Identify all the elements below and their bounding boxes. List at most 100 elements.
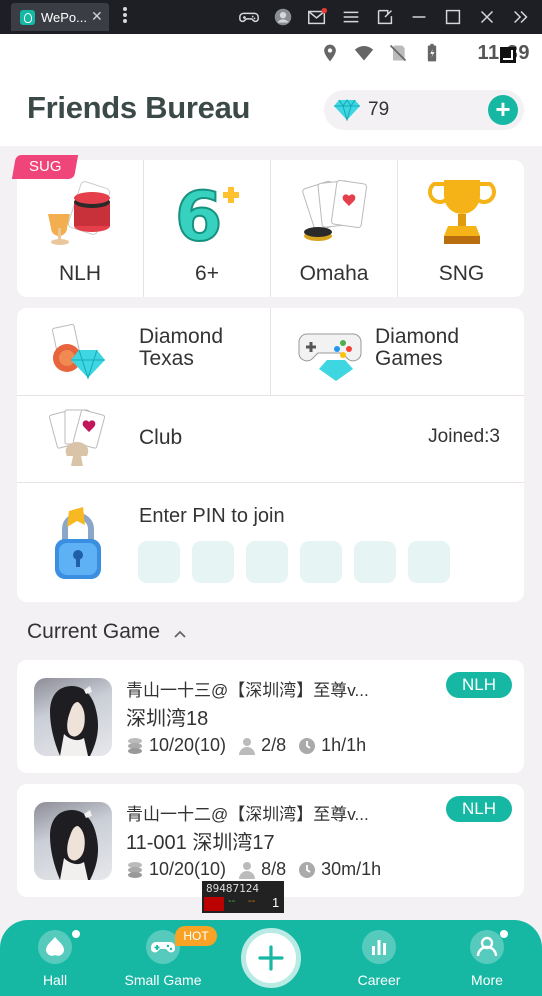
suggested-badge: SUG xyxy=(11,155,79,179)
game-type-label: SNG xyxy=(438,262,485,285)
game-players: 2/8 xyxy=(261,735,287,755)
pin-digit-box[interactable] xyxy=(300,541,342,583)
debug-indicator xyxy=(204,897,224,911)
game-owner: 青山一十三@【深圳湾】至尊v... xyxy=(126,681,369,700)
svg-text:6: 6 xyxy=(175,178,222,250)
app-header: Friends Bureau 79 + xyxy=(0,72,542,146)
pin-input[interactable] xyxy=(138,541,450,583)
person-icon xyxy=(470,930,504,964)
nav-more[interactable]: More xyxy=(437,920,537,996)
game-type-tag: NLH xyxy=(446,672,512,698)
game-owner: 青山一十二@【深圳湾】至尊v... xyxy=(126,805,369,824)
pin-join-section: Enter PIN to join xyxy=(17,483,524,602)
wifi-icon xyxy=(354,43,374,68)
pin-digit-box[interactable] xyxy=(246,541,288,583)
debug-count: 1 xyxy=(272,895,280,910)
avatar xyxy=(34,802,112,880)
add-gems-button[interactable]: + xyxy=(488,95,518,125)
debug-value: -- xyxy=(228,895,236,907)
tab-close-button[interactable]: ✕ xyxy=(91,8,103,25)
clock-icon xyxy=(298,861,316,879)
game-type-nlh[interactable]: NLH xyxy=(17,160,144,297)
game-meta: 10/20(10) 2/8 1h/1h xyxy=(126,735,366,756)
poker-chips-icon xyxy=(40,174,120,250)
close-icon[interactable] xyxy=(476,6,498,28)
club-button[interactable]: Club Joined:3 xyxy=(17,396,524,483)
browser-tab[interactable]: WePo... ✕ xyxy=(11,3,109,31)
diamond-games-icon xyxy=(297,320,363,382)
bar-chart-icon xyxy=(362,930,396,964)
diamond-texas-label: Diamond Texas xyxy=(139,325,224,370)
game-time: 1h/1h xyxy=(321,735,367,755)
diamond-icon xyxy=(334,99,360,122)
diamond-games-button[interactable]: Diamond Games xyxy=(271,308,525,396)
nav-label: Career xyxy=(357,972,401,988)
club-icon xyxy=(45,408,111,470)
person-icon xyxy=(238,861,256,879)
battery-icon xyxy=(422,43,442,68)
chevron-up-icon[interactable] xyxy=(174,627,186,639)
screen-overlay-icon xyxy=(500,47,516,63)
coins-icon xyxy=(126,861,144,879)
clock-icon xyxy=(298,737,316,755)
nav-label: Hall xyxy=(42,972,68,988)
game-type-label: NLH xyxy=(58,262,101,285)
club-label: Club xyxy=(139,426,183,449)
game-time: 30m/1h xyxy=(321,859,382,879)
no-sim-icon xyxy=(388,43,408,68)
menu-icon[interactable] xyxy=(340,6,362,28)
maximize-icon[interactable] xyxy=(442,6,464,28)
diamond-texas-icon xyxy=(43,320,109,382)
status-bar: 11:39 xyxy=(0,34,542,72)
game-blinds: 10/20(10) xyxy=(149,859,227,879)
gamepad-icon[interactable] xyxy=(238,6,260,28)
game-meta: 10/20(10) 8/8 30m/1h xyxy=(126,859,381,880)
pin-label: Enter PIN to join xyxy=(139,505,285,527)
modes-card: Diamond Texas Diamond Games Club Joined:3 … xyxy=(17,308,524,602)
game-players: 8/8 xyxy=(261,859,287,879)
avatar xyxy=(34,678,112,756)
account-icon[interactable] xyxy=(272,6,294,28)
hall-icon xyxy=(38,930,72,964)
cards-icon xyxy=(294,174,374,250)
location-icon xyxy=(320,43,340,68)
diamond-games-label: Diamond Games xyxy=(375,325,460,370)
club-joined-count: Joined:3 xyxy=(428,426,500,447)
nav-label: More xyxy=(471,972,503,988)
notification-dot xyxy=(500,930,508,938)
game-blinds: 10/20(10) xyxy=(149,735,227,755)
sidebar-collapse-icon[interactable] xyxy=(510,6,532,28)
gem-balance[interactable]: 79 + xyxy=(324,90,524,130)
mail-icon[interactable] xyxy=(306,6,328,28)
pin-digit-box[interactable] xyxy=(408,541,450,583)
lock-icon xyxy=(45,505,111,585)
app-tab-icon xyxy=(20,10,35,25)
create-game-button[interactable] xyxy=(241,928,301,988)
game-type-omaha[interactable]: Omaha xyxy=(271,160,398,297)
more-options-icon[interactable] xyxy=(118,6,132,26)
game-type-label: 6+ xyxy=(195,262,219,285)
debug-value: -- xyxy=(248,895,256,907)
game-type-label: Omaha xyxy=(299,262,369,285)
nav-hall[interactable]: Hall xyxy=(5,920,105,996)
hot-badge: HOT xyxy=(175,926,217,946)
pin-digit-box[interactable] xyxy=(138,541,180,583)
game-type-tag: NLH xyxy=(446,796,512,822)
tab-title: WePo... xyxy=(41,10,87,25)
page-title: Friends Bureau xyxy=(27,90,251,125)
game-type-six-plus[interactable]: 6 6+ xyxy=(144,160,271,297)
coins-icon xyxy=(126,737,144,755)
nav-career[interactable]: Career xyxy=(329,920,429,996)
six-plus-icon: 6 xyxy=(167,174,247,258)
game-list-item[interactable]: 青山一十三@【深圳湾】至尊v... 深圳湾18 10/20(10) 2/8 1h… xyxy=(17,660,524,773)
trophy-icon xyxy=(422,174,502,250)
diamond-texas-button[interactable]: Diamond Texas xyxy=(17,308,271,396)
minimize-icon[interactable] xyxy=(408,6,430,28)
window-titlebar: WePo... ✕ xyxy=(0,0,542,34)
pin-digit-box[interactable] xyxy=(192,541,234,583)
game-type-sng[interactable]: SNG xyxy=(398,160,525,297)
pin-digit-box[interactable] xyxy=(354,541,396,583)
resize-icon[interactable] xyxy=(374,6,396,28)
plus-icon xyxy=(258,945,284,971)
debug-id: 89487124 xyxy=(206,882,259,895)
